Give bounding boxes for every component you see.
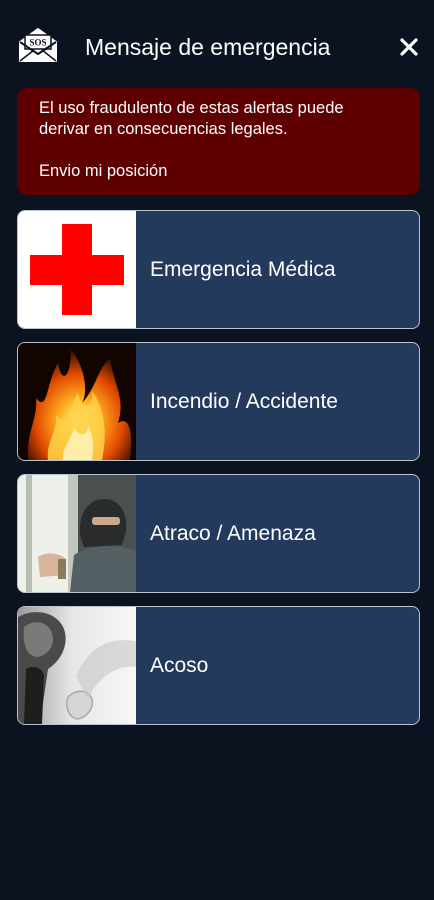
app-header: SOS Mensaje de emergencia: [0, 0, 434, 88]
fire-image: [18, 343, 136, 460]
close-icon[interactable]: [396, 34, 422, 60]
harassment-label: Acoso: [150, 654, 209, 677]
harassment-image: [18, 607, 136, 724]
robbery-threat-button[interactable]: Atraco / Amenaza: [17, 474, 420, 593]
red-cross-icon: [18, 211, 136, 328]
harassment-button[interactable]: Acoso: [17, 606, 420, 725]
page-title: Mensaje de emergencia: [85, 34, 331, 60]
fire-accident-label: Incendio / Accidente: [150, 390, 338, 413]
fire-accident-button[interactable]: Incendio / Accidente: [17, 342, 420, 461]
sos-envelope-logo-icon: SOS: [18, 26, 58, 64]
logo-text: SOS: [29, 38, 46, 48]
medical-emergency-label: Emergencia Médica: [150, 258, 336, 281]
robber-image: [18, 475, 136, 592]
medical-emergency-button[interactable]: Emergencia Médica: [17, 210, 420, 329]
legal-warning-banner: El uso fraudulento de estas alertas pued…: [17, 88, 420, 195]
robbery-threat-label: Atraco / Amenaza: [150, 522, 316, 545]
send-position-text: Envio mi posición: [39, 162, 168, 180]
legal-warning-text: El uso fraudulento de estas alertas pued…: [39, 99, 344, 138]
